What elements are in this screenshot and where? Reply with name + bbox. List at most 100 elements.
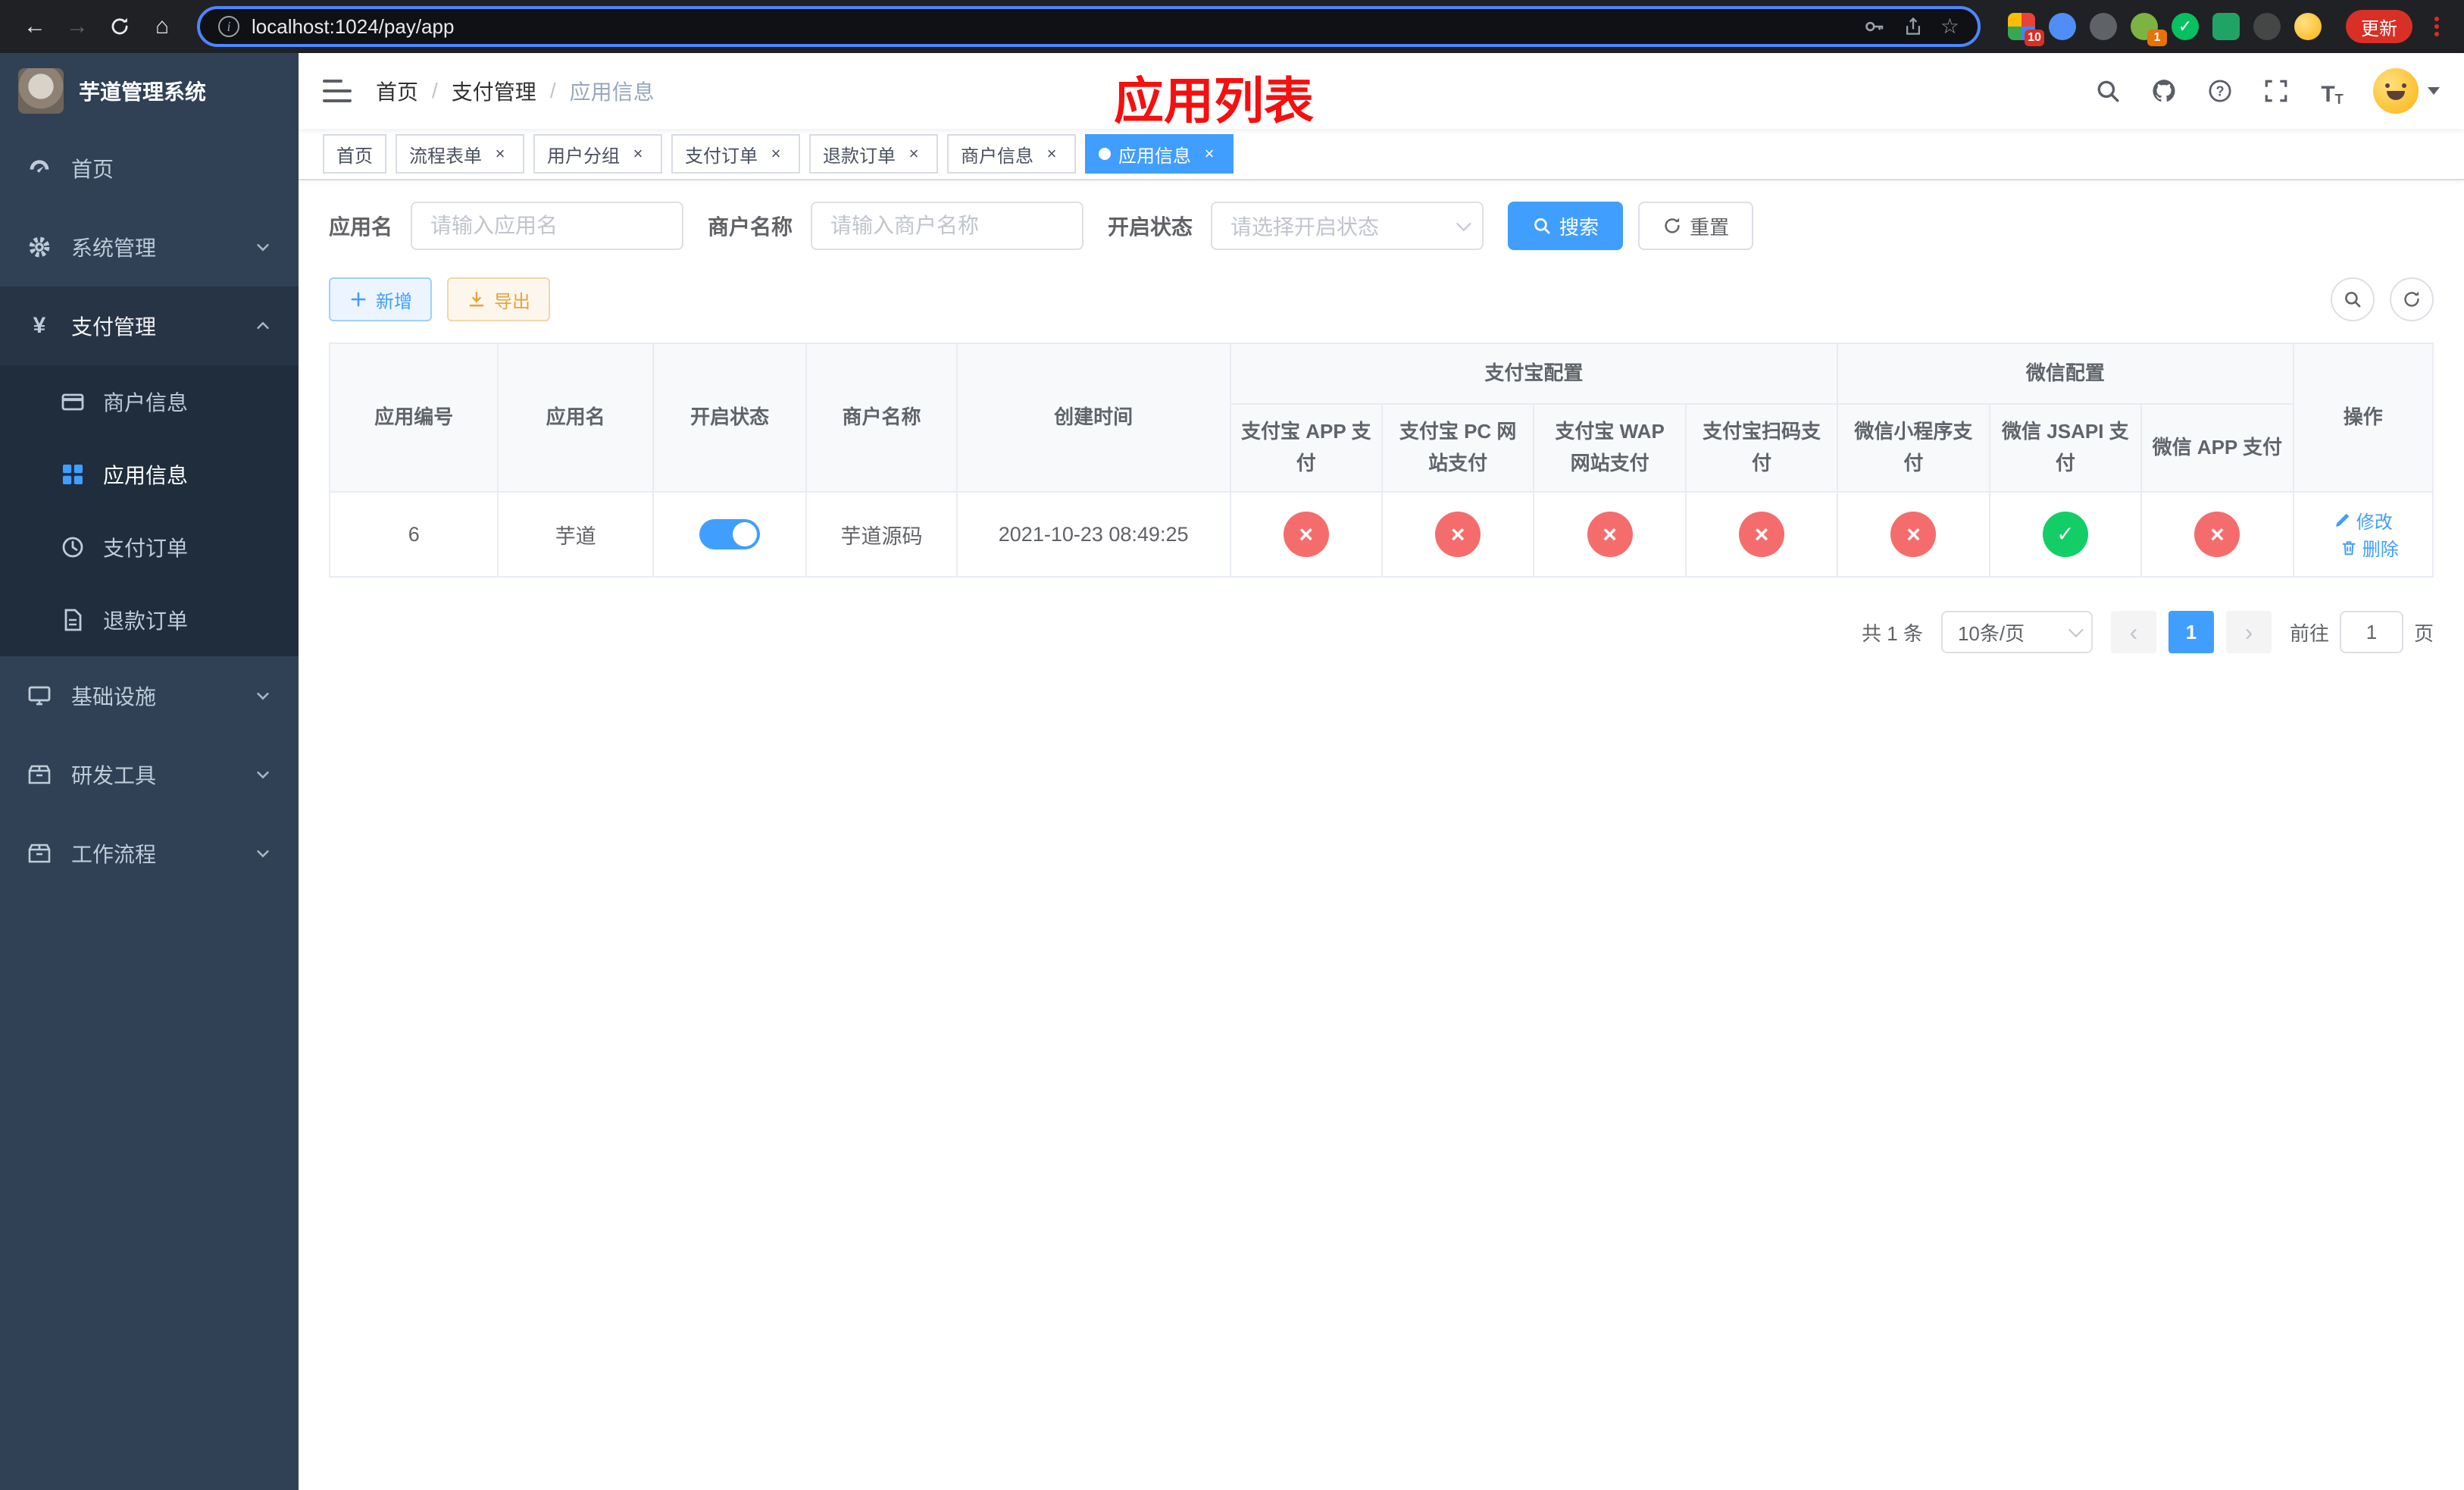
sidebar-item-refund-order[interactable]: 退款订单 bbox=[0, 584, 299, 656]
fullscreen-icon[interactable] bbox=[2261, 76, 2291, 106]
extension-icon-7[interactable] bbox=[2253, 13, 2281, 40]
col-header-created: 创建时间 bbox=[955, 343, 1231, 493]
page-annotation: 应用列表 bbox=[1114, 73, 1314, 129]
document-icon bbox=[61, 608, 85, 632]
tab-process-form[interactable]: 流程表单 × bbox=[396, 134, 524, 174]
payment-submenu: 商户信息 应用信息 支付订单 退款订单 bbox=[0, 365, 299, 656]
merchant-name-label: 商户名称 bbox=[708, 215, 793, 239]
col-header-app-name: 应用名 bbox=[497, 343, 654, 493]
page-size-value: 10条/页 bbox=[1957, 621, 2025, 645]
sidebar-item-label: 系统管理 bbox=[71, 236, 157, 260]
tab-label: 流程表单 bbox=[409, 146, 482, 167]
top-navbar: 首页 / 支付管理 / 应用信息 应用列表 ? TT bbox=[299, 53, 2464, 129]
search-icon[interactable] bbox=[2093, 76, 2123, 106]
sidebar-item-label: 研发工具 bbox=[71, 764, 157, 787]
tab-home[interactable]: 首页 bbox=[323, 134, 386, 174]
dashboard-icon bbox=[27, 156, 52, 180]
table-toolbar: 新增 导出 bbox=[329, 277, 2434, 321]
sidebar-item-label: 基础设施 bbox=[71, 685, 157, 709]
home-icon[interactable]: ⌂ bbox=[142, 7, 182, 46]
sidebar-item-app-info[interactable]: 应用信息 bbox=[0, 438, 299, 511]
tab-merchant-info[interactable]: 商户信息 × bbox=[947, 134, 1076, 174]
enabled-toggle[interactable] bbox=[699, 519, 761, 549]
sidebar-item-infrastructure[interactable]: 基础设施 bbox=[0, 656, 299, 735]
goto-page-input[interactable] bbox=[2339, 611, 2403, 653]
bookmark-star-icon[interactable]: ☆ bbox=[1940, 16, 1959, 37]
hamburger-icon[interactable] bbox=[323, 80, 352, 102]
chevron-down-icon bbox=[2068, 622, 2084, 638]
close-icon[interactable]: × bbox=[903, 143, 924, 164]
sidebar-item-workflow[interactable]: 工作流程 bbox=[0, 814, 299, 893]
user-menu[interactable] bbox=[2373, 68, 2440, 114]
tab-user-group[interactable]: 用户分组 × bbox=[533, 134, 662, 174]
forward-icon[interactable]: → bbox=[58, 7, 97, 46]
delete-label: 删除 bbox=[2362, 540, 2399, 560]
app-name-input[interactable] bbox=[411, 202, 684, 250]
cell-channel-status: × bbox=[1533, 491, 1687, 578]
close-icon[interactable]: × bbox=[627, 143, 649, 164]
font-size-icon[interactable]: TT bbox=[2317, 76, 2347, 107]
github-icon[interactable] bbox=[2149, 76, 2179, 106]
app-table: 应用编号 应用名 开启状态 商户名称 创建时间 支付宝配置 微信配置 操作 支付… bbox=[328, 343, 2434, 578]
refresh-button[interactable] bbox=[2390, 277, 2434, 321]
extension-icon-2[interactable] bbox=[2049, 13, 2076, 40]
browser-update-button[interactable]: 更新 bbox=[2346, 10, 2412, 43]
tab-refund-order[interactable]: 退款订单 × bbox=[809, 134, 938, 174]
browser-menu-icon[interactable] bbox=[2425, 11, 2449, 42]
app-window: 芋道管理系统 首页 系统管理 ¥ 支付管理 商户信息 应用信息 支付订单 退款订… bbox=[0, 53, 2464, 1490]
sidebar-item-devtools[interactable]: 研发工具 bbox=[0, 735, 299, 814]
address-bar[interactable]: i localhost:1024/pay/app ☆ bbox=[197, 6, 1981, 47]
prev-page-button[interactable]: ‹ bbox=[2110, 611, 2156, 653]
extension-icon-5[interactable]: ✓ bbox=[2172, 13, 2199, 40]
export-button[interactable]: 导出 bbox=[447, 277, 550, 321]
key-icon[interactable] bbox=[1863, 15, 1886, 38]
tab-app-info[interactable]: 应用信息 × bbox=[1085, 134, 1234, 174]
breadcrumb-item-home[interactable]: 首页 bbox=[376, 76, 418, 106]
tab-pay-order[interactable]: 支付订单 × bbox=[671, 134, 800, 174]
help-icon[interactable]: ? bbox=[2205, 76, 2235, 106]
active-dot bbox=[1099, 148, 1111, 160]
extension-icon-3[interactable] bbox=[2090, 13, 2117, 40]
close-icon[interactable]: × bbox=[1041, 143, 1062, 164]
merchant-name-input[interactable] bbox=[811, 202, 1084, 250]
site-info-icon[interactable]: i bbox=[218, 16, 239, 37]
extension-badge: 10 bbox=[2025, 30, 2044, 46]
cell-app-id: 6 bbox=[328, 491, 499, 578]
sidebar-item-pay-order[interactable]: 支付订单 bbox=[0, 511, 299, 584]
search-toggle-button[interactable] bbox=[2331, 277, 2375, 321]
search-button[interactable]: 搜索 bbox=[1508, 202, 1624, 250]
col-header-status: 开启状态 bbox=[652, 343, 808, 493]
app-logo[interactable]: 芋道管理系统 bbox=[0, 53, 299, 129]
tab-label: 退款订单 bbox=[823, 146, 896, 167]
breadcrumb-item-payment[interactable]: 支付管理 bbox=[452, 76, 536, 106]
close-icon[interactable]: × bbox=[1199, 143, 1220, 164]
chevron-up-icon bbox=[255, 318, 271, 334]
page-size-select[interactable]: 10条/页 bbox=[1940, 611, 2093, 653]
edit-link[interactable]: 修改 bbox=[2334, 507, 2393, 534]
chevron-down-icon bbox=[255, 687, 271, 704]
sidebar-item-label: 支付订单 bbox=[103, 537, 189, 560]
extension-icon-6[interactable] bbox=[2212, 13, 2240, 40]
sidebar-item-merchant-info[interactable]: 商户信息 bbox=[0, 365, 299, 438]
next-page-button[interactable]: › bbox=[2225, 611, 2272, 653]
status-select[interactable]: 请选择开启状态 bbox=[1211, 202, 1484, 250]
sidebar-item-home[interactable]: 首页 bbox=[0, 129, 299, 208]
status-cross-icon: × bbox=[1587, 512, 1633, 557]
back-icon[interactable]: ← bbox=[15, 7, 55, 46]
emoji-extension-icon[interactable] bbox=[2294, 13, 2322, 40]
close-icon[interactable]: × bbox=[489, 143, 511, 164]
extension-icon-4[interactable]: 1 bbox=[2131, 13, 2167, 46]
reset-button[interactable]: 重置 bbox=[1638, 202, 1754, 250]
extension-icon-1[interactable]: 10 bbox=[2008, 13, 2044, 46]
sidebar-item-system[interactable]: 系统管理 bbox=[0, 208, 299, 286]
page-number-button[interactable]: 1 bbox=[2168, 611, 2214, 653]
delete-link[interactable]: 删除 bbox=[2340, 534, 2399, 561]
close-icon[interactable]: × bbox=[765, 143, 786, 164]
user-avatar bbox=[2373, 68, 2419, 114]
sidebar-item-label: 应用信息 bbox=[103, 464, 189, 487]
reload-icon[interactable] bbox=[100, 7, 139, 46]
sidebar-item-payment[interactable]: ¥ 支付管理 bbox=[0, 286, 299, 365]
col-group-wechat: 微信配置 bbox=[1837, 343, 2294, 405]
add-button[interactable]: 新增 bbox=[329, 277, 432, 321]
share-icon[interactable] bbox=[1903, 16, 1924, 37]
